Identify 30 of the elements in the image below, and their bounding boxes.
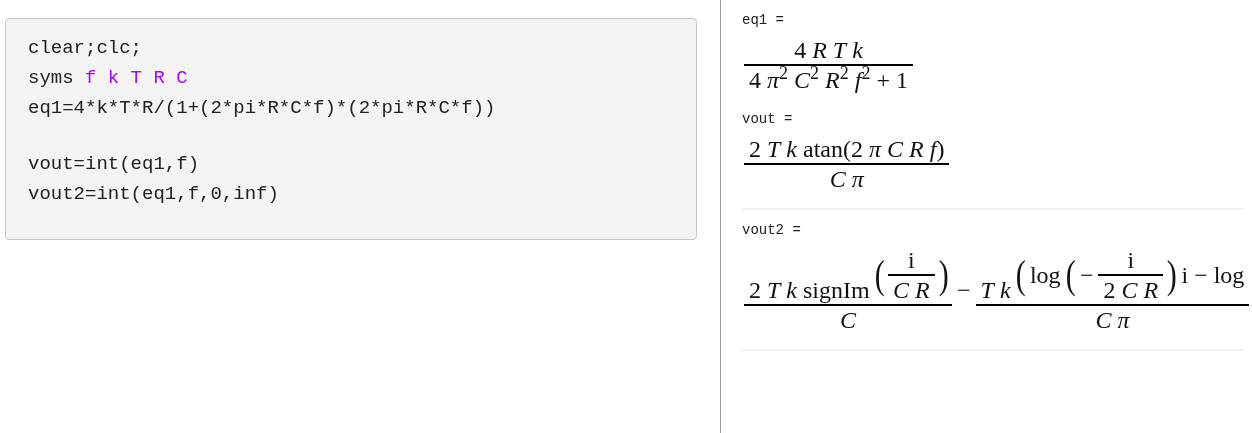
parenthesis: ) [938, 252, 949, 298]
code-line: clear;clc; [28, 36, 144, 61]
math-text: 2 C R [1102, 277, 1160, 303]
math-text: 4 R T k [793, 37, 864, 63]
math-text: C R [892, 277, 931, 303]
math-text: C π [828, 166, 866, 192]
output-label: vout2 = [742, 221, 802, 240]
math-text: 2 T k signIm [748, 277, 871, 303]
output-label: vout = [742, 110, 794, 129]
math-text: C π [1094, 307, 1131, 333]
math-text: 4 π$^{2}$ C$^{2}$ R$^{2}$ f$^{2}$ + 1 [748, 67, 909, 93]
code-line: vout=int(eq1,f) [28, 152, 201, 177]
math-text: i − log [1180, 262, 1246, 288]
math-text: C [839, 307, 857, 333]
math-text: T k [979, 277, 1012, 303]
math-text: − [956, 277, 972, 303]
parenthesis: ( [1065, 252, 1076, 298]
code-line: vout2=int(eq1,f,0,inf) [28, 182, 280, 207]
parenthesis: ) [1166, 252, 1177, 298]
math-text: 2 T k atan(2 π C R f) [748, 136, 946, 162]
parenthesis: ( [874, 252, 885, 298]
math-text: log [1028, 262, 1062, 288]
math-text: − [1078, 262, 1095, 288]
math-text: i [907, 247, 916, 273]
output-label: eq1 = [742, 11, 785, 30]
code-line: eq1=4*k*T*R/(1+(2*pi*R*C*f)*(2*pi*R*C*f)) [28, 96, 497, 121]
code-line: syms f k T R C [28, 66, 189, 91]
math-text: i [1126, 247, 1136, 273]
parenthesis: ( [1015, 252, 1026, 298]
code-editor[interactable]: clear;clc; syms f k T R C eq1=4*k*T*R/(1+(2*pi*R*C*f)*(2*pi*R*C*f)) vout=int(eq1,f) vout2=int(eq1,f,0,inf) [5, 18, 697, 240]
